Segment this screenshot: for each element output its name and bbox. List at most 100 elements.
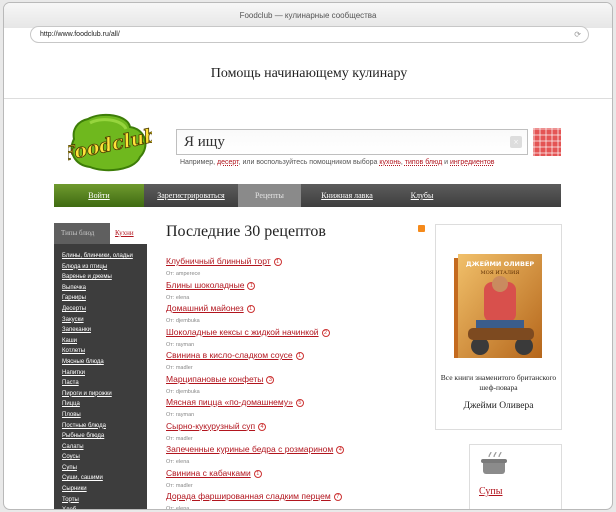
- category-list: Блины, блинчики, оладьи Блюда из птицы Вар…: [54, 244, 147, 509]
- sidebar-category-item[interactable]: Варенье и джемы: [62, 272, 147, 283]
- sidebar-category-item[interactable]: Суши, сашими: [62, 473, 147, 484]
- sidebar-category-item[interactable]: Супы: [62, 463, 147, 474]
- comment-count-badge[interactable]: 5: [295, 399, 304, 407]
- sidebar-category-item[interactable]: Каши: [62, 336, 147, 347]
- recipe-title-link[interactable]: Марципановые конфеты: [166, 374, 263, 384]
- site-tagline: Помощь начинающему кулинару: [4, 48, 612, 99]
- recipe-title-link[interactable]: Клубничный блинный торт: [166, 256, 271, 266]
- sidebar-category-item[interactable]: Напитки: [62, 368, 147, 379]
- sidebar-category-item[interactable]: Пицца: [62, 399, 147, 410]
- recipe-title-link[interactable]: Свинина в кисло-сладком соусе: [166, 350, 293, 360]
- recipe-title-link[interactable]: Свинина с кабачками: [166, 468, 251, 478]
- sidebar-category-item[interactable]: Выпечка: [62, 283, 147, 294]
- comment-count-badge[interactable]: 3: [266, 375, 275, 384]
- tab-cuisines[interactable]: Кухни: [110, 223, 147, 244]
- comment-count-badge[interactable]: 1: [295, 352, 304, 360]
- recipe-item: Мясная пицца «по-домашнему» 5 От: rayman: [166, 392, 416, 418]
- sidebar-category-item[interactable]: Хлеб: [62, 505, 147, 509]
- book-title: МОЯ ИТАЛИЯ: [481, 270, 520, 276]
- comment-count-badge[interactable]: 4: [336, 446, 345, 454]
- recipe-list: Клубничный блинный торт 1 От: amperece Блин…: [166, 251, 416, 510]
- nav-recipes[interactable]: Рецепты: [238, 184, 301, 207]
- rss-icon[interactable]: [418, 225, 425, 232]
- search-input[interactable]: Я ищу ×: [176, 129, 528, 155]
- sidebar-category-item[interactable]: Закуски: [62, 315, 147, 326]
- recipe-title-link[interactable]: Блины шоколадные: [166, 280, 244, 290]
- sidebar-category-item[interactable]: Сырники: [62, 484, 147, 495]
- recipe-item: Шоколадные кексы с жидкой начинкой 2 От: r…: [166, 322, 416, 348]
- sidebar-category-item[interactable]: Постные блюда: [62, 421, 147, 432]
- hint-link-cuisine[interactable]: кухонь: [379, 159, 400, 166]
- soup-category-box[interactable]: Супы: [469, 444, 562, 509]
- comment-count-badge[interactable]: 1: [253, 469, 262, 478]
- ad-text: Все книги знаменитого британского шеф-по…: [440, 373, 557, 392]
- sidebar-category-item[interactable]: Торты: [62, 495, 147, 506]
- tab-dish-types[interactable]: Типы блюд: [54, 223, 110, 244]
- clear-icon[interactable]: ×: [510, 136, 522, 148]
- recipe-item: Домашний майонез 1 От: djembuka: [166, 298, 416, 324]
- browser-window: Foodclub — кулинарные сообщества http://…: [3, 2, 613, 510]
- hint-link-ingredients[interactable]: ингредиентов: [450, 159, 494, 166]
- hint-and: и: [444, 159, 449, 166]
- book-cover-image[interactable]: ДЖЕЙМИ ОЛИВЕР МОЯ ИТАЛИЯ: [454, 252, 544, 360]
- nav-clubs[interactable]: Клубы: [393, 184, 451, 207]
- sidebar-category-item[interactable]: Рыбные блюда: [62, 431, 147, 442]
- url-text: http://www.foodclub.ru/all/: [40, 31, 120, 38]
- sidebar-category-item[interactable]: Пироги и пирожки: [62, 389, 147, 400]
- recipe-title-link[interactable]: Шоколадные кексы с жидкой начинкой: [166, 327, 319, 337]
- main-nav: Войти Зарегистрироваться Рецепты Книжная…: [54, 184, 561, 207]
- hint-link-dishtype[interactable]: типов блюд: [405, 159, 442, 166]
- search-button[interactable]: [533, 128, 561, 156]
- comment-count-badge[interactable]: 1: [246, 305, 255, 313]
- comment-count-badge[interactable]: 1: [273, 258, 282, 266]
- hint-link-dessert[interactable]: десерт: [217, 159, 239, 166]
- sidebar-category-item[interactable]: Соусы: [62, 452, 147, 463]
- comment-count-badge[interactable]: 7: [333, 493, 342, 501]
- search-input-value: Я ищу: [184, 134, 225, 150]
- recipe-item: Клубничный блинный торт 1 От: amperece: [166, 251, 416, 277]
- nav-login[interactable]: Войти: [54, 184, 144, 207]
- recipe-title-link[interactable]: Дорада фаршированная сладким перцем: [166, 491, 331, 501]
- book-author: ДЖЕЙМИ ОЛИВЕР: [466, 259, 535, 268]
- recipe-author: От: elena: [166, 506, 190, 510]
- recipe-item: Свинина с кабачками 1 От: madler: [166, 463, 416, 489]
- hint-middle: , или воспользуйтесь помощником выбора: [238, 159, 378, 166]
- category-soups-link[interactable]: Супы: [479, 486, 503, 497]
- recipe-item: Свинина в кисло-сладком соусе 1 От: madler: [166, 345, 416, 371]
- sidebar-category-item[interactable]: Десерты: [62, 304, 147, 315]
- recipe-title-link[interactable]: Запеченные куриные бедра с розмарином: [166, 444, 333, 454]
- recipe-title-link[interactable]: Домашний майонез: [166, 303, 244, 313]
- foodclub-logo[interactable]: Foodclub: [68, 113, 152, 173]
- hint-prefix: Например,: [180, 159, 216, 166]
- sidebar-category-item[interactable]: Котлеты: [62, 346, 147, 357]
- recipes-section: Последние 30 рецептов Клубничный блинный…: [166, 223, 416, 510]
- sidebar-category-item[interactable]: Запеканки: [62, 325, 147, 336]
- search-hint: Например, десерт, или воспользуйтесь пом…: [180, 159, 495, 166]
- comment-count-badge[interactable]: 4: [258, 422, 267, 431]
- sidebar-category-item[interactable]: Салаты: [62, 442, 147, 453]
- recipe-item: Блины шоколадные 1 От: elena: [166, 275, 416, 301]
- reload-icon[interactable]: ⟳: [574, 27, 581, 42]
- ad-chef-name: Джейми Оливера: [463, 401, 534, 411]
- nav-bookshop[interactable]: Книжная лавка: [301, 184, 393, 207]
- sidebar-category-item[interactable]: Блюда из птицы: [62, 262, 147, 273]
- window-title: Foodclub — кулинарные сообщества: [4, 3, 612, 28]
- recipe-item: Запеченные куриные бедра с розмарином 4 От…: [166, 439, 416, 465]
- soup-pot-icon: [481, 451, 507, 474]
- category-sidebar: Типы блюд Кухни Блины, блинчики, оладьи Б…: [54, 223, 147, 509]
- sidebar-category-item[interactable]: Мясные блюда: [62, 357, 147, 368]
- sidebar-category-item[interactable]: Блины, блинчики, оладьи: [62, 251, 147, 262]
- comment-count-badge[interactable]: 1: [247, 281, 256, 290]
- sidebar-category-item[interactable]: Пловы: [62, 410, 147, 421]
- address-bar[interactable]: http://www.foodclub.ru/all/ ⟳: [30, 26, 589, 43]
- book-ad[interactable]: ДЖЕЙМИ ОЛИВЕР МОЯ ИТАЛИЯ Все книги знаме…: [435, 224, 562, 430]
- recipe-item: Сырно-кукурузный суп 4 От: madler: [166, 416, 416, 442]
- recipe-title-link[interactable]: Мясная пицца «по-домашнему»: [166, 397, 293, 407]
- sidebar-category-item[interactable]: Паста: [62, 378, 147, 389]
- recipe-item: Дорада фаршированная сладким перцем 7 От: …: [166, 486, 416, 510]
- recipe-title-link[interactable]: Сырно-кукурузный суп: [166, 421, 255, 431]
- nav-register[interactable]: Зарегистрироваться: [144, 184, 238, 207]
- page-heading: Последние 30 рецептов: [166, 223, 326, 240]
- sidebar-category-item[interactable]: Гарниры: [62, 293, 147, 304]
- comment-count-badge[interactable]: 2: [321, 328, 330, 337]
